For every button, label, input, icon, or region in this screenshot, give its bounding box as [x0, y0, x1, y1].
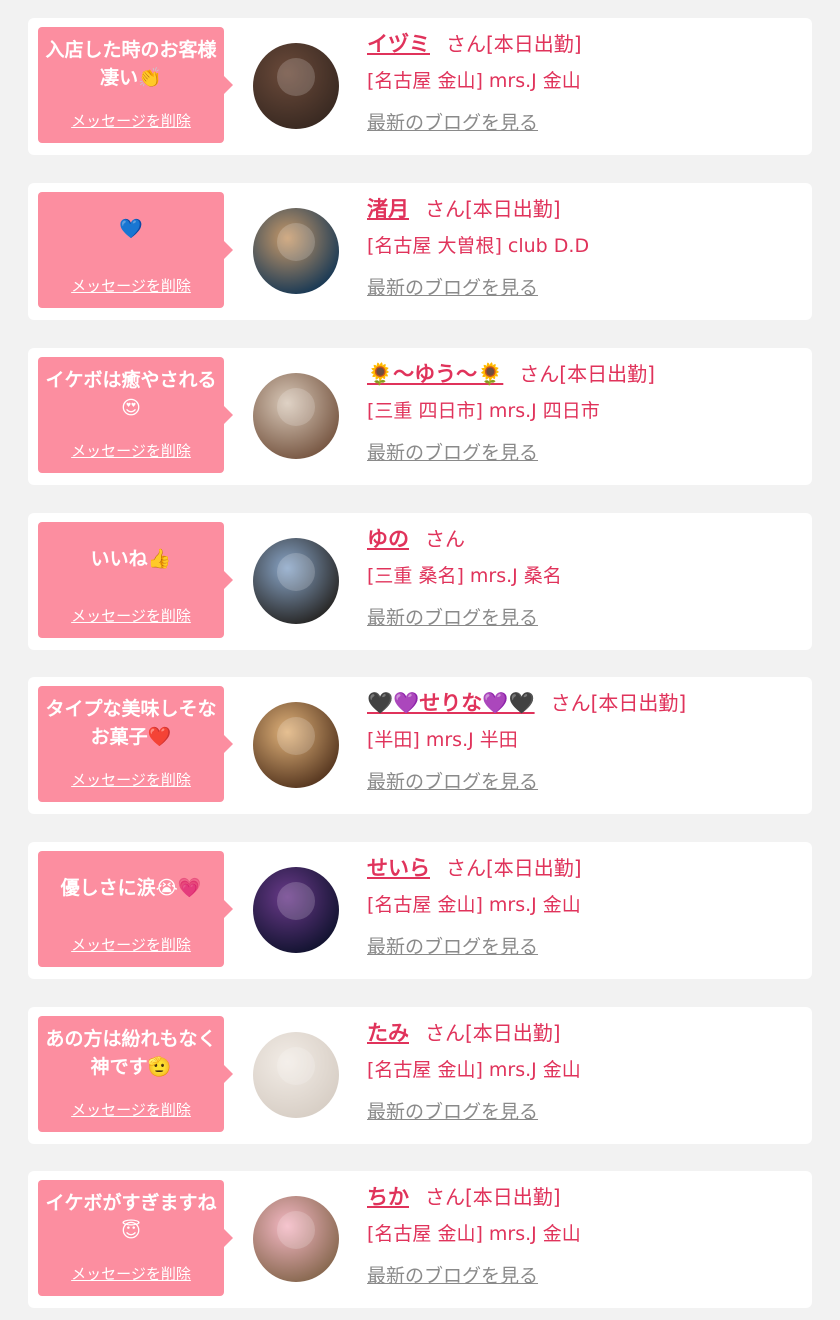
shop-label: [名古屋 金山] mrs.J 金山 — [367, 1059, 581, 1081]
cast-info: ちか さん[本日出勤] [名古屋 金山] mrs.J 金山 最新のブログを見る — [367, 1183, 802, 1288]
cast-name-link[interactable]: 🌻～ゆう～🌻 — [367, 362, 503, 386]
cast-info: イヅミ さん[本日出勤] [名古屋 金山] mrs.J 金山 最新のブログを見る — [367, 30, 802, 135]
cast-info: ゆの さん [三重 桑名] mrs.J 桑名 最新のブログを見る — [367, 525, 802, 630]
delete-message-link[interactable]: メッセージを削除 — [38, 605, 224, 626]
delete-message-link[interactable]: メッセージを削除 — [38, 440, 224, 461]
message-text: 優しさに涙😭💗 — [60, 877, 202, 899]
message-text: 💙 — [119, 218, 143, 240]
message-card: タイプな美味しそなお菓子❤️ メッセージを削除 🖤💜せりな💜🖤 さん[本日出勤] … — [28, 677, 812, 814]
message-text: タイプな美味しそなお菓子❤️ — [45, 698, 217, 748]
cast-name-link[interactable]: せいら — [367, 856, 430, 880]
message-bubble: いいね👍 メッセージを削除 — [38, 522, 233, 638]
delete-message-link[interactable]: メッセージを削除 — [38, 110, 224, 131]
message-card: あの方は紛れもなく神です🫡 メッセージを削除 たみ さん[本日出勤] [名古屋 金… — [28, 1007, 812, 1144]
shop-label: [三重 四日市] mrs.J 四日市 — [367, 400, 600, 422]
cast-name-suffix: さん[本日出勤] — [550, 691, 687, 715]
cast-info: 🖤💜せりな💜🖤 さん[本日出勤] [半田] mrs.J 半田 最新のブログを見る — [367, 689, 802, 794]
cast-name-link[interactable]: 渚月 — [367, 197, 409, 221]
cast-name-suffix: さん[本日出勤] — [446, 32, 582, 56]
cast-name-suffix: さん — [425, 527, 465, 551]
delete-message-link[interactable]: メッセージを削除 — [38, 934, 224, 955]
message-bubble: イケボは癒やされる😍 メッセージを削除 — [38, 357, 233, 473]
message-card: 優しさに涙😭💗 メッセージを削除 せいら さん[本日出勤] [名古屋 金山] mr… — [28, 842, 812, 979]
message-bubble: 入店した時のお客様凄い👏 メッセージを削除 — [38, 27, 233, 143]
message-card: イケボは癒やされる😍 メッセージを削除 🌻～ゆう～🌻 さん[本日出勤] [三重 四… — [28, 348, 812, 485]
latest-blog-link[interactable]: 最新のブログを見る — [367, 932, 538, 959]
avatar[interactable] — [253, 208, 339, 294]
message-text: あの方は紛れもなく神です🫡 — [45, 1028, 217, 1078]
cast-name-suffix: さん[本日出勤] — [519, 362, 655, 386]
latest-blog-link[interactable]: 最新のブログを見る — [367, 273, 538, 300]
cast-name-suffix: さん[本日出勤] — [425, 1021, 561, 1045]
cast-info: せいら さん[本日出勤] [名古屋 金山] mrs.J 金山 最新のブログを見る — [367, 854, 802, 959]
delete-message-link[interactable]: メッセージを削除 — [38, 275, 224, 296]
cast-name-link[interactable]: たみ — [367, 1021, 409, 1045]
avatar[interactable] — [253, 373, 339, 459]
avatar[interactable] — [253, 867, 339, 953]
cast-info: 🌻～ゆう～🌻 さん[本日出勤] [三重 四日市] mrs.J 四日市 最新のブログ… — [367, 360, 802, 465]
delete-message-link[interactable]: メッセージを削除 — [38, 1263, 224, 1284]
delete-message-link[interactable]: メッセージを削除 — [38, 769, 224, 790]
message-text: イケボは癒やされる😍 — [45, 369, 217, 419]
cast-info: たみ さん[本日出勤] [名古屋 金山] mrs.J 金山 最新のブログを見る — [367, 1019, 802, 1124]
cast-name-suffix: さん[本日出勤] — [446, 856, 582, 880]
avatar[interactable] — [253, 1032, 339, 1118]
latest-blog-link[interactable]: 最新のブログを見る — [367, 438, 538, 465]
latest-blog-link[interactable]: 最新のブログを見る — [367, 1261, 538, 1288]
message-bubble: あの方は紛れもなく神です🫡 メッセージを削除 — [38, 1016, 233, 1132]
cast-name-suffix: さん[本日出勤] — [425, 1185, 561, 1209]
cast-name-link[interactable]: ちか — [367, 1185, 409, 1209]
cast-name-suffix: さん[本日出勤] — [425, 197, 561, 221]
shop-label: [名古屋 金山] mrs.J 金山 — [367, 70, 581, 92]
latest-blog-link[interactable]: 最新のブログを見る — [367, 603, 538, 630]
message-card: 💙 メッセージを削除 渚月 さん[本日出勤] [名古屋 大曽根] club D.D… — [28, 183, 812, 320]
shop-label: [半田] mrs.J 半田 — [367, 729, 518, 751]
latest-blog-link[interactable]: 最新のブログを見る — [367, 108, 538, 135]
message-card: イケボがすぎますね😇 メッセージを削除 ちか さん[本日出勤] [名古屋 金山] … — [28, 1171, 812, 1308]
latest-blog-link[interactable]: 最新のブログを見る — [367, 1097, 538, 1124]
message-bubble: イケボがすぎますね😇 メッセージを削除 — [38, 1180, 233, 1296]
delete-message-link[interactable]: メッセージを削除 — [38, 1099, 224, 1120]
message-card: 入店した時のお客様凄い👏 メッセージを削除 イヅミ さん[本日出勤] [名古屋 金… — [28, 18, 812, 155]
cast-name-link[interactable]: イヅミ — [367, 32, 430, 56]
latest-blog-link[interactable]: 最新のブログを見る — [367, 767, 538, 794]
cast-info: 渚月 さん[本日出勤] [名古屋 大曽根] club D.D 最新のブログを見る — [367, 195, 802, 300]
avatar[interactable] — [253, 702, 339, 788]
message-bubble: 💙 メッセージを削除 — [38, 192, 233, 308]
avatar[interactable] — [253, 538, 339, 624]
shop-label: [三重 桑名] mrs.J 桑名 — [367, 565, 562, 587]
message-card: いいね👍 メッセージを削除 ゆの さん [三重 桑名] mrs.J 桑名 最新のブ… — [28, 513, 812, 650]
shop-label: [名古屋 金山] mrs.J 金山 — [367, 894, 581, 916]
cast-name-link[interactable]: 🖤💜せりな💜🖤 — [367, 691, 535, 715]
message-bubble: 優しさに涙😭💗 メッセージを削除 — [38, 851, 233, 967]
message-list: 入店した時のお客様凄い👏 メッセージを削除 イヅミ さん[本日出勤] [名古屋 金… — [0, 0, 840, 1320]
message-text: イケボがすぎますね😇 — [45, 1192, 217, 1242]
shop-label: [名古屋 金山] mrs.J 金山 — [367, 1223, 581, 1245]
shop-label: [名古屋 大曽根] club D.D — [367, 235, 590, 257]
message-text: いいね👍 — [90, 548, 172, 570]
avatar[interactable] — [253, 1196, 339, 1282]
message-bubble: タイプな美味しそなお菓子❤️ メッセージを削除 — [38, 686, 233, 802]
avatar[interactable] — [253, 43, 339, 129]
cast-name-link[interactable]: ゆの — [367, 527, 409, 551]
message-text: 入店した時のお客様凄い👏 — [45, 39, 217, 89]
